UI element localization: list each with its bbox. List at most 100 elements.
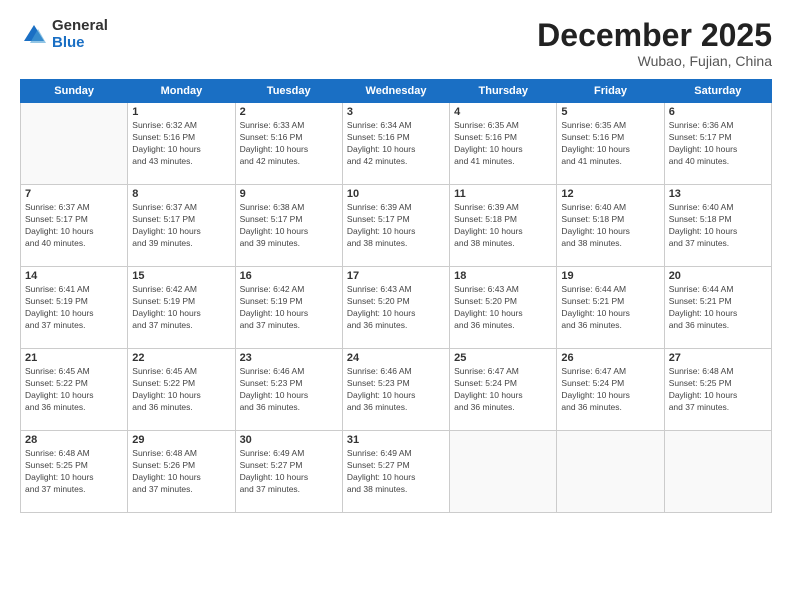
day-number: 25 xyxy=(454,352,552,364)
calendar-cell: 15 Sunrise: 6:42 AM Sunset: 5:19 PM Dayli… xyxy=(128,267,235,349)
day-number: 4 xyxy=(454,106,552,118)
day-number: 26 xyxy=(561,352,659,364)
logo: General Blue xyxy=(20,18,108,51)
calendar-cell: 5Sunrise: 6:35 AM Sunset: 5:16 PM Daylig… xyxy=(557,103,664,185)
calendar-cell: 2 Sunrise: 6:33 AM Sunset: 5:16 PM Daylig… xyxy=(235,103,342,185)
calendar-page: General Blue December 2025 Wubao, Fujian… xyxy=(0,0,792,612)
weekday-header: Tuesday xyxy=(235,80,342,103)
weekday-header: Saturday xyxy=(664,80,771,103)
day-info: Sunrise: 6:40 AM Sunset: 5:18 PM Dayligh… xyxy=(669,202,767,250)
day-info: Sunrise: 6:39 AM Sunset: 5:18 PM Dayligh… xyxy=(454,202,552,250)
day-info: Sunrise: 6:39 AM Sunset: 5:17 PM Dayligh… xyxy=(347,202,445,250)
day-number: 10 xyxy=(347,188,445,200)
logo-general: General xyxy=(52,18,108,35)
calendar-week-row: 21Sunrise: 6:45 AM Sunset: 5:22 PM Dayli… xyxy=(21,349,772,431)
calendar-cell: 6Sunrise: 6:36 AM Sunset: 5:17 PM Daylig… xyxy=(664,103,771,185)
calendar-cell: 24 Sunrise: 6:46 AM Sunset: 5:23 PM Dayli… xyxy=(342,349,449,431)
day-info: Sunrise: 6:49 AM Sunset: 5:27 PM Dayligh… xyxy=(240,448,338,496)
weekday-header: Sunday xyxy=(21,80,128,103)
calendar-cell: 27 Sunrise: 6:48 AM Sunset: 5:25 PM Dayli… xyxy=(664,349,771,431)
calendar-table: SundayMondayTuesdayWednesdayThursdayFrid… xyxy=(20,79,772,513)
title-block: December 2025 Wubao, Fujian, China xyxy=(537,18,772,69)
weekday-header: Thursday xyxy=(450,80,557,103)
calendar-cell: 18Sunrise: 6:43 AM Sunset: 5:20 PM Dayli… xyxy=(450,267,557,349)
calendar-week-row: 7 Sunrise: 6:37 AM Sunset: 5:17 PM Daylig… xyxy=(21,185,772,267)
day-info: Sunrise: 6:35 AM Sunset: 5:16 PM Dayligh… xyxy=(454,120,552,168)
day-info: Sunrise: 6:32 AM Sunset: 5:16 PM Dayligh… xyxy=(132,120,230,168)
day-info: Sunrise: 6:46 AM Sunset: 5:23 PM Dayligh… xyxy=(347,366,445,414)
calendar-cell: 4 Sunrise: 6:35 AM Sunset: 5:16 PM Daylig… xyxy=(450,103,557,185)
day-info: Sunrise: 6:44 AM Sunset: 5:21 PM Dayligh… xyxy=(561,284,659,332)
day-info: Sunrise: 6:40 AM Sunset: 5:18 PM Dayligh… xyxy=(561,202,659,250)
day-info: Sunrise: 6:46 AM Sunset: 5:23 PM Dayligh… xyxy=(240,366,338,414)
weekday-header: Friday xyxy=(557,80,664,103)
day-number: 20 xyxy=(669,270,767,282)
day-info: Sunrise: 6:34 AM Sunset: 5:16 PM Dayligh… xyxy=(347,120,445,168)
day-number: 16 xyxy=(240,270,338,282)
day-info: Sunrise: 6:43 AM Sunset: 5:20 PM Dayligh… xyxy=(454,284,552,332)
calendar-cell: 1 Sunrise: 6:32 AM Sunset: 5:16 PM Daylig… xyxy=(128,103,235,185)
day-number: 9 xyxy=(240,188,338,200)
calendar-week-row: 28Sunrise: 6:48 AM Sunset: 5:25 PM Dayli… xyxy=(21,431,772,513)
calendar-cell: 19 Sunrise: 6:44 AM Sunset: 5:21 PM Dayli… xyxy=(557,267,664,349)
calendar-cell: 30Sunrise: 6:49 AM Sunset: 5:27 PM Dayli… xyxy=(235,431,342,513)
calendar-cell: 17 Sunrise: 6:43 AM Sunset: 5:20 PM Dayli… xyxy=(342,267,449,349)
day-info: Sunrise: 6:38 AM Sunset: 5:17 PM Dayligh… xyxy=(240,202,338,250)
weekday-header-row: SundayMondayTuesdayWednesdayThursdayFrid… xyxy=(21,80,772,103)
calendar-cell: 22 Sunrise: 6:45 AM Sunset: 5:22 PM Dayli… xyxy=(128,349,235,431)
calendar-cell: 7 Sunrise: 6:37 AM Sunset: 5:17 PM Daylig… xyxy=(21,185,128,267)
day-number: 13 xyxy=(669,188,767,200)
location-subtitle: Wubao, Fujian, China xyxy=(537,53,772,69)
calendar-cell: 16 Sunrise: 6:42 AM Sunset: 5:19 PM Dayli… xyxy=(235,267,342,349)
day-number: 29 xyxy=(132,434,230,446)
day-number: 14 xyxy=(25,270,123,282)
calendar-cell: 29 Sunrise: 6:48 AM Sunset: 5:26 PM Dayli… xyxy=(128,431,235,513)
day-number: 3 xyxy=(347,106,445,118)
calendar-header: SundayMondayTuesdayWednesdayThursdayFrid… xyxy=(21,80,772,103)
day-info: Sunrise: 6:37 AM Sunset: 5:17 PM Dayligh… xyxy=(25,202,123,250)
day-number: 1 xyxy=(132,106,230,118)
header: General Blue December 2025 Wubao, Fujian… xyxy=(20,18,772,69)
day-number: 17 xyxy=(347,270,445,282)
day-info: Sunrise: 6:42 AM Sunset: 5:19 PM Dayligh… xyxy=(240,284,338,332)
logo-blue: Blue xyxy=(52,35,108,52)
calendar-cell: 13 Sunrise: 6:40 AM Sunset: 5:18 PM Dayli… xyxy=(664,185,771,267)
day-number: 2 xyxy=(240,106,338,118)
calendar-cell: 12Sunrise: 6:40 AM Sunset: 5:18 PM Dayli… xyxy=(557,185,664,267)
calendar-cell: 14Sunrise: 6:41 AM Sunset: 5:19 PM Dayli… xyxy=(21,267,128,349)
calendar-cell: 9 Sunrise: 6:38 AM Sunset: 5:17 PM Daylig… xyxy=(235,185,342,267)
calendar-cell: 25Sunrise: 6:47 AM Sunset: 5:24 PM Dayli… xyxy=(450,349,557,431)
calendar-cell: 28Sunrise: 6:48 AM Sunset: 5:25 PM Dayli… xyxy=(21,431,128,513)
calendar-body: 1 Sunrise: 6:32 AM Sunset: 5:16 PM Daylig… xyxy=(21,103,772,513)
logo-icon xyxy=(20,21,48,49)
day-info: Sunrise: 6:48 AM Sunset: 5:26 PM Dayligh… xyxy=(132,448,230,496)
day-number: 24 xyxy=(347,352,445,364)
day-info: Sunrise: 6:44 AM Sunset: 5:21 PM Dayligh… xyxy=(669,284,767,332)
day-info: Sunrise: 6:33 AM Sunset: 5:16 PM Dayligh… xyxy=(240,120,338,168)
day-number: 31 xyxy=(347,434,445,446)
day-info: Sunrise: 6:48 AM Sunset: 5:25 PM Dayligh… xyxy=(669,366,767,414)
day-number: 11 xyxy=(454,188,552,200)
day-info: Sunrise: 6:42 AM Sunset: 5:19 PM Dayligh… xyxy=(132,284,230,332)
calendar-cell xyxy=(450,431,557,513)
day-info: Sunrise: 6:37 AM Sunset: 5:17 PM Dayligh… xyxy=(132,202,230,250)
day-info: Sunrise: 6:35 AM Sunset: 5:16 PM Dayligh… xyxy=(561,120,659,168)
day-number: 22 xyxy=(132,352,230,364)
month-title: December 2025 xyxy=(537,18,772,53)
calendar-cell xyxy=(557,431,664,513)
day-info: Sunrise: 6:43 AM Sunset: 5:20 PM Dayligh… xyxy=(347,284,445,332)
calendar-cell: 3 Sunrise: 6:34 AM Sunset: 5:16 PM Daylig… xyxy=(342,103,449,185)
day-number: 27 xyxy=(669,352,767,364)
day-number: 15 xyxy=(132,270,230,282)
day-number: 7 xyxy=(25,188,123,200)
calendar-cell xyxy=(664,431,771,513)
calendar-cell: 21Sunrise: 6:45 AM Sunset: 5:22 PM Dayli… xyxy=(21,349,128,431)
calendar-cell: 23Sunrise: 6:46 AM Sunset: 5:23 PM Dayli… xyxy=(235,349,342,431)
day-info: Sunrise: 6:45 AM Sunset: 5:22 PM Dayligh… xyxy=(132,366,230,414)
day-number: 8 xyxy=(132,188,230,200)
calendar-cell: 20 Sunrise: 6:44 AM Sunset: 5:21 PM Dayli… xyxy=(664,267,771,349)
day-number: 19 xyxy=(561,270,659,282)
calendar-cell: 10 Sunrise: 6:39 AM Sunset: 5:17 PM Dayli… xyxy=(342,185,449,267)
weekday-header: Monday xyxy=(128,80,235,103)
calendar-cell: 11 Sunrise: 6:39 AM Sunset: 5:18 PM Dayli… xyxy=(450,185,557,267)
